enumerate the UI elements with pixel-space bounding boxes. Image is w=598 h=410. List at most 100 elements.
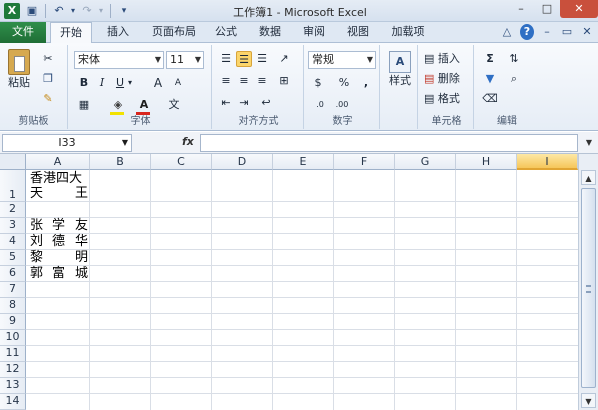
align-right-icon[interactable]: ≡	[254, 73, 270, 89]
tab-review[interactable]: 审阅	[296, 22, 332, 43]
merge-center-icon[interactable]: ⊞	[276, 73, 292, 89]
row-header-3[interactable]: 3	[0, 218, 26, 234]
autosum-button[interactable]: Σ	[482, 51, 498, 67]
row-header-14[interactable]: 14	[0, 394, 26, 410]
clear-icon[interactable]: ⌫	[482, 91, 498, 107]
font-color-icon[interactable]: A	[136, 97, 152, 113]
fill-color-icon[interactable]: ◈	[110, 97, 126, 113]
row-header-12[interactable]: 12	[0, 362, 26, 378]
column-header-g[interactable]: G	[395, 154, 456, 170]
tab-addins[interactable]: 加载项	[384, 22, 432, 43]
redo-icon[interactable]: ↷	[79, 3, 95, 19]
close-button[interactable]: ✕	[560, 0, 598, 18]
undo-icon[interactable]: ↶	[51, 3, 67, 19]
undo-dropdown-icon[interactable]: ▾	[69, 3, 77, 19]
align-center-icon[interactable]: ≡	[236, 73, 252, 89]
percent-button[interactable]: %	[336, 75, 352, 91]
column-header-b[interactable]: B	[90, 154, 151, 170]
copy-icon[interactable]: ❐	[40, 71, 56, 87]
minimize-ribbon-icon[interactable]: △	[500, 24, 514, 40]
format-painter-icon[interactable]: ✎	[40, 91, 56, 107]
tab-file[interactable]: 文件	[0, 22, 46, 43]
row-header-9[interactable]: 9	[0, 314, 26, 330]
decrease-decimal-icon[interactable]: .00	[334, 97, 350, 113]
row-header-5[interactable]: 5	[0, 250, 26, 266]
styles-button[interactable]: A 样式	[386, 51, 414, 97]
align-left-icon[interactable]: ≡	[218, 73, 234, 89]
minimize-button[interactable]: –	[508, 0, 534, 18]
cut-icon[interactable]: ✂	[40, 51, 56, 67]
currency-icon[interactable]: $	[310, 75, 326, 91]
select-all-corner[interactable]	[0, 154, 26, 170]
row-header-11[interactable]: 11	[0, 346, 26, 362]
scroll-down-icon[interactable]: ▼	[581, 393, 596, 408]
row-header-8[interactable]: 8	[0, 298, 26, 314]
column-header-d[interactable]: D	[212, 154, 273, 170]
maximize-button[interactable]: □	[534, 0, 560, 18]
increase-indent-icon[interactable]: ⇥	[236, 95, 252, 111]
row-header-10[interactable]: 10	[0, 330, 26, 346]
column-header-e[interactable]: E	[273, 154, 334, 170]
row-header-4[interactable]: 4	[0, 234, 26, 250]
workbook-restore-icon[interactable]: ▭	[560, 24, 574, 40]
name-box[interactable]: I33 ▼	[2, 134, 132, 152]
scrollbar-thumb[interactable]	[581, 188, 596, 388]
cell-a1[interactable]: 香港四大 天 王	[28, 171, 88, 201]
row-header-13[interactable]: 13	[0, 378, 26, 394]
underline-button[interactable]: U	[112, 75, 128, 91]
decrease-indent-icon[interactable]: ⇤	[218, 95, 234, 111]
align-top-icon[interactable]: ☰	[218, 51, 234, 67]
paste-button[interactable]: 粘贴	[6, 49, 32, 99]
save-icon[interactable]: ▣	[24, 3, 40, 19]
sort-filter-icon[interactable]: ⇅	[506, 51, 522, 67]
grow-font-button[interactable]: A	[150, 75, 166, 91]
number-format-dropdown[interactable]: 常规 ▼	[308, 51, 376, 69]
column-header-c[interactable]: C	[151, 154, 212, 170]
cell-a3[interactable]: 张 学 友	[28, 218, 88, 233]
cell-a5[interactable]: 黎 明	[28, 250, 88, 265]
vertical-scrollbar[interactable]: ▲ ▼	[578, 154, 598, 410]
cell-a4[interactable]: 刘 德 华	[28, 234, 88, 249]
comma-button[interactable]: ,	[358, 75, 374, 91]
workbook-minimize-icon[interactable]: –	[540, 24, 554, 40]
excel-logo-icon[interactable]: X	[4, 3, 20, 19]
insert-cells-button[interactable]: ▤ 插入	[424, 51, 460, 67]
underline-dropdown-icon[interactable]: ▾	[128, 75, 132, 91]
row-header-7[interactable]: 7	[0, 282, 26, 298]
format-cells-button[interactable]: ▤ 格式	[424, 91, 460, 107]
tab-page-layout[interactable]: 页面布局	[146, 22, 202, 43]
border-icon[interactable]: ▦	[76, 97, 92, 113]
tab-insert[interactable]: 插入	[98, 22, 138, 43]
align-bottom-icon[interactable]: ☰	[254, 51, 270, 67]
expand-formula-icon[interactable]: ▼	[582, 135, 596, 151]
column-header-i[interactable]: I	[517, 154, 578, 170]
formula-input[interactable]	[200, 134, 578, 152]
column-header-a[interactable]: A	[26, 154, 90, 170]
font-size-dropdown[interactable]: 11 ▼	[166, 51, 204, 69]
fill-icon[interactable]: ▼	[482, 71, 498, 87]
tab-formulas[interactable]: 公式	[208, 22, 244, 43]
find-select-icon[interactable]: ⌕	[506, 71, 522, 87]
bold-button[interactable]: B	[76, 75, 92, 91]
italic-button[interactable]: I	[94, 75, 110, 91]
tab-data[interactable]: 数据	[252, 22, 288, 43]
phonetic-guide-icon[interactable]: 文	[166, 97, 182, 113]
insert-function-button[interactable]: fx	[182, 135, 194, 148]
wrap-text-icon[interactable]: ↩	[258, 95, 274, 111]
customize-qat-icon[interactable]: ▾	[116, 3, 132, 19]
font-name-dropdown[interactable]: 宋体 ▼	[74, 51, 164, 69]
orientation-icon[interactable]: ↗	[276, 51, 292, 67]
align-middle-icon[interactable]: ☰	[236, 51, 252, 67]
delete-cells-button[interactable]: ▤ 删除	[424, 71, 460, 87]
redo-dropdown-icon[interactable]: ▾	[97, 3, 105, 19]
tab-home[interactable]: 开始	[50, 22, 92, 44]
column-header-h[interactable]: H	[456, 154, 517, 170]
tab-view[interactable]: 视图	[340, 22, 376, 43]
column-header-f[interactable]: F	[334, 154, 395, 170]
increase-decimal-icon[interactable]: .0	[312, 97, 328, 113]
shrink-font-button[interactable]: A	[170, 75, 186, 91]
help-icon[interactable]: ?	[520, 24, 534, 40]
workbook-close-icon[interactable]: ✕	[580, 24, 594, 40]
row-header-1[interactable]: 1	[0, 170, 26, 202]
cell-a6[interactable]: 郭 富 城	[28, 266, 88, 281]
